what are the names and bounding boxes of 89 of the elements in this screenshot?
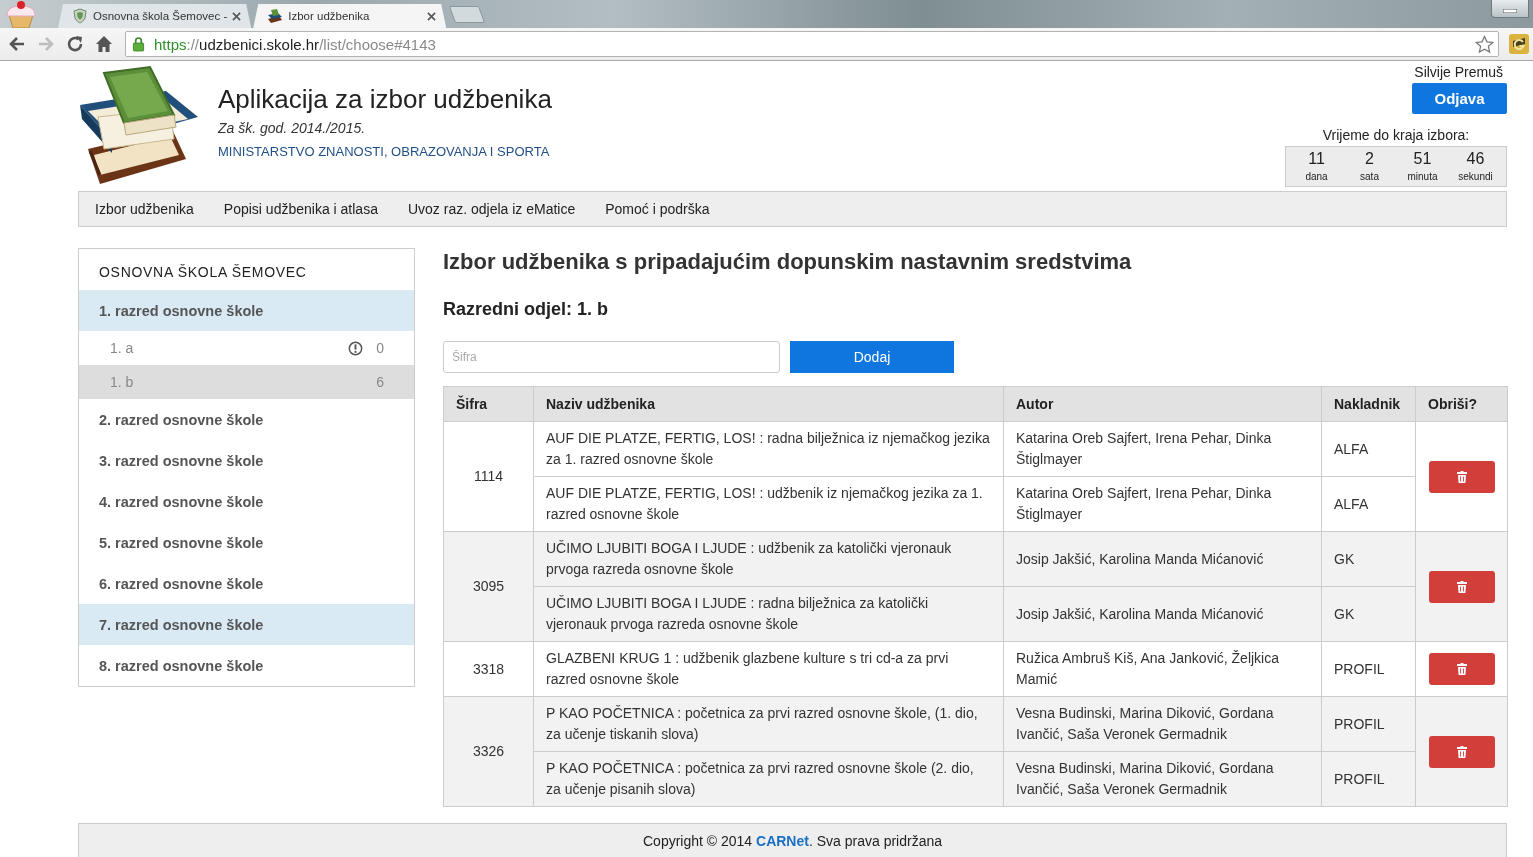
table-cell: UČIMO LJUBITI BOGA I LJUDE : udžbenik za katolički vjeronauk prvoga razreda osnovne škole — [533, 531, 1004, 587]
minimize-button[interactable] — [1491, 0, 1529, 18]
grade-item[interactable]: 5. razred osnovne škole — [79, 522, 414, 563]
table-cell: Katarina Oreb Sajfert, Irena Pehar, Dinka Štiglmayer — [1003, 421, 1322, 477]
table-cell: Josip Jakšić, Karolina Manda Mićanović — [1003, 586, 1322, 642]
address-field[interactable]: https://udzbenici.skole.hr/list/choose#4143 — [125, 31, 1499, 57]
table-cell: P KAO POČETNICA : početnica za prvi razred osnovne škole, (1. dio, za učenje tiskanih slova) — [533, 696, 1004, 752]
books-icon — [267, 8, 284, 24]
school-name: OSNOVNA ŠKOLA ŠEMOVEC — [98, 263, 308, 282]
trash-icon — [1456, 470, 1467, 483]
countdown-value: 11 — [1308, 150, 1325, 168]
table-cell: Katarina Oreb Sajfert, Irena Pehar, Dinka Štiglmayer — [1003, 476, 1322, 532]
table-cell: AUF DIE PLATZE, FERTIG, LOS! : radna bilježnica iz njemačkog jezika za 1. razred osnovne škole — [533, 421, 1004, 477]
class-heading: Razredni odjel: 1. b — [443, 298, 610, 320]
trash-icon — [1456, 580, 1467, 593]
extension-icon[interactable] — [1509, 34, 1529, 54]
lock-icon — [132, 36, 145, 52]
countdown-value: 51 — [1413, 150, 1432, 168]
app-title: Aplikacija za izbor udžbenika — [218, 84, 552, 114]
user-name: Silvije Premuš — [1414, 64, 1503, 80]
table-cell: GK — [1321, 531, 1416, 587]
table-cell: Ružica Ambruš Kiš, Ana Janković, Željkica Mamić — [1003, 641, 1322, 697]
delete-button[interactable] — [1428, 570, 1495, 603]
table-cell: Josip Jakšić, Karolina Manda Mićanović — [1003, 531, 1322, 587]
browser-tab[interactable]: Osnovna škola Šemovec - — [58, 4, 252, 28]
countdown-unit: sata — [1360, 170, 1379, 184]
grade-item[interactable]: 7. razred osnovne škole — [79, 604, 414, 645]
table-cell: Vesna Budinski, Marina Diković, Gordana Ivančić, Saša Veronek Germadnik — [1003, 751, 1322, 807]
countdown-label: Vrijeme do kraja izbora: — [1321, 127, 1471, 144]
home-icon[interactable] — [95, 35, 113, 53]
countdown-unit: dana — [1305, 170, 1328, 184]
class-count: 0 — [376, 340, 384, 356]
reload-icon[interactable] — [66, 35, 84, 53]
close-icon[interactable] — [232, 11, 242, 21]
trash-icon — [1456, 745, 1467, 758]
carnet-link[interactable]: CARNet — [756, 832, 809, 849]
table-cell: P KAO POČETNICA : početnica za prvi razred osnovne škole (2. dio, za učenje pisanih slova) — [533, 751, 1004, 807]
delete-button[interactable] — [1428, 735, 1495, 768]
countdown-unit: minuta — [1407, 170, 1438, 184]
table-cell: GK — [1321, 586, 1416, 642]
close-icon[interactable] — [427, 11, 437, 21]
school-year: Za šk. god. 2014./2015. — [218, 119, 367, 138]
add-button[interactable]: Dodaj — [790, 341, 954, 373]
table-cell: GLAZBENI KRUG 1 : udžbenik glazbene kulture s tri cd-a za prvi razred osnovne škole — [533, 641, 1004, 697]
table-cell: 3095 — [443, 531, 534, 642]
table-cell: PROFIL — [1321, 641, 1416, 697]
shield-icon — [72, 8, 88, 24]
table-cell: AUF DIE PLATZE, FERTIG, LOS! : udžbenik iz njemačkog jezika za 1. razred osnovne škole — [533, 476, 1004, 532]
column-header: Obriši? — [1415, 386, 1508, 422]
column-header: Nakladnik — [1321, 386, 1416, 422]
ministry-name: MINISTARSTVO ZNANOSTI, OBRAZOVANJA I SPORTA — [218, 144, 551, 160]
table-cell: Vesna Budinski, Marina Diković, Gordana Ivančić, Saša Veronek Germadnik — [1003, 696, 1322, 752]
table-cell: ALFA — [1321, 421, 1416, 477]
column-header: Naziv udžbenika — [533, 386, 1004, 422]
logout-button[interactable]: Odjava — [1412, 83, 1507, 114]
minimize-icon — [1503, 9, 1517, 13]
cupcake-icon[interactable] — [4, 0, 38, 28]
grade-item[interactable]: 4. razred osnovne škole — [79, 481, 414, 522]
countdown-value: 2 — [1365, 150, 1374, 168]
grade-item[interactable]: 1. razred osnovne škole — [79, 290, 414, 331]
grade-item[interactable]: 8. razred osnovne škole — [79, 645, 414, 686]
delete-button[interactable] — [1428, 460, 1495, 493]
code-field[interactable]: Šifra — [443, 341, 780, 373]
nav-link[interactable]: Uvoz raz. odjela iz eMatice — [392, 201, 591, 217]
trash-icon — [1456, 663, 1467, 675]
class-count: 6 — [376, 374, 384, 390]
column-header: Autor — [1003, 386, 1322, 422]
browser-tab[interactable]: Izbor udžbenika — [253, 4, 447, 28]
grade-item[interactable]: 3. razred osnovne škole — [79, 440, 414, 481]
countdown-value: 46 — [1466, 150, 1485, 168]
page-heading: Izbor udžbenika s pripadajućim dopunskim nastavnim sredstvima — [443, 248, 1133, 276]
class-item[interactable]: 1. a 0 — [79, 331, 414, 365]
table-cell: UČIMO LJUBITI BOGA I LJUDE : radna bilježnica za katolički vjeronauk prvoga razreda osnovne škole — [533, 586, 1004, 642]
nav-link[interactable]: Pomoć i podrška — [590, 201, 725, 217]
nav-link[interactable]: Izbor udžbenika — [80, 201, 209, 217]
copyright-text: Copyright © 2014 CARNet. Sva prava pridržana — [643, 832, 942, 849]
column-header: Šifra — [443, 386, 534, 422]
table-cell: 3326 — [443, 696, 534, 807]
table-cell: 3318 — [443, 641, 534, 697]
grade-item[interactable]: 6. razred osnovne škole — [79, 563, 414, 604]
countdown-unit: sekundi — [1458, 170, 1493, 184]
table-cell: 1114 — [443, 421, 534, 532]
table-cell: PROFIL — [1321, 751, 1416, 807]
table-cell: PROFIL — [1321, 696, 1416, 752]
back-arrow-icon[interactable] — [8, 35, 26, 53]
grade-item[interactable]: 2. razred osnovne škole — [79, 399, 414, 440]
delete-button[interactable] — [1428, 653, 1495, 685]
star-icon[interactable] — [1475, 34, 1494, 54]
nav-link[interactable]: Popisi udžbenika i atlasa — [208, 201, 393, 217]
